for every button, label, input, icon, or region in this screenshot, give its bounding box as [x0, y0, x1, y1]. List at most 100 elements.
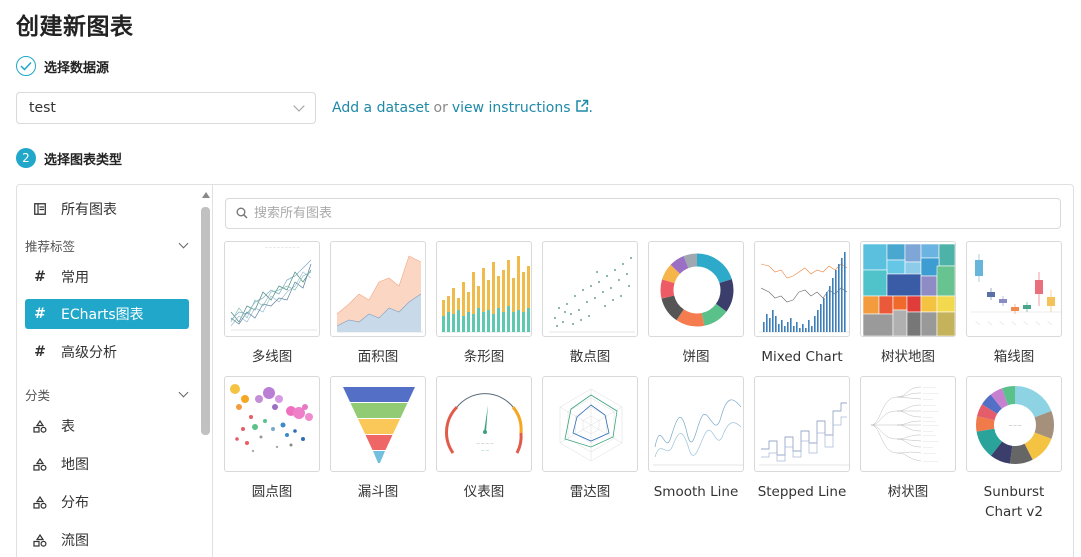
chart-card-gauge[interactable]: — — — — — — 仪表图: [436, 376, 532, 502]
hash-icon: #: [34, 306, 46, 322]
hash-icon: #: [34, 269, 46, 285]
sidebar-item-label: 表: [61, 419, 75, 435]
chart-card-radar[interactable]: 雷达图: [542, 376, 638, 502]
recommended-tags-section[interactable]: 推荐标签: [25, 236, 191, 255]
category-icon: [33, 533, 47, 547]
page-title: 创建新图表: [16, 14, 134, 40]
sidebar-item-table[interactable]: 表: [25, 411, 189, 441]
view-instructions-link[interactable]: view instructions: [452, 100, 571, 116]
svg-text:— — —: — — —: [1009, 423, 1022, 427]
scroll-up-arrow-icon[interactable]: [202, 192, 210, 198]
svg-text:—————: —————: [923, 404, 936, 407]
search-icon: [236, 204, 248, 223]
sidebar-item-flow[interactable]: 流图: [25, 525, 189, 555]
sidebar-item-advanced-analytics[interactable]: # 高级分析: [25, 337, 189, 367]
sidebar-item-label: 流图: [61, 533, 89, 549]
sidebar-item-distribution[interactable]: 分布: [25, 487, 189, 517]
svg-text:————: ————: [923, 398, 934, 401]
chart-card-pie[interactable]: 饼图: [648, 241, 744, 367]
chart-card-bubble[interactable]: 圆点图: [224, 376, 320, 502]
chart-card-bar[interactable]: 条形图: [436, 241, 532, 367]
sidebar-item-all-charts[interactable]: 所有图表: [25, 194, 189, 224]
chart-card-tree[interactable]: ————— —————— ———— ————— —————— ———— ————— ———…: [860, 376, 956, 502]
chart-card-label: 多线图: [251, 349, 293, 365]
category-icon: [33, 419, 47, 433]
chart-card-stepped-line[interactable]: Stepped Line: [754, 376, 850, 502]
chart-card-funnel[interactable]: 漏斗图: [330, 376, 426, 502]
list-icon: [33, 203, 47, 215]
chart-card-line[interactable]: — — — — — — — — — 多线图: [224, 241, 320, 367]
sidebar-item-common[interactable]: # 常用: [25, 262, 189, 292]
scatter-chart-thumbnail: [542, 241, 638, 337]
tree-chart-thumbnail: ————— —————— ———— ————— —————— ———— ————— ———…: [860, 376, 956, 472]
sidebar-item-label: ECharts图表: [61, 307, 144, 323]
add-dataset-link[interactable]: Add a dataset: [332, 100, 430, 116]
scroll-thumb[interactable]: [201, 207, 210, 435]
chart-card-label: 面积图: [357, 349, 399, 365]
svg-text:— — — —: — — — —: [476, 441, 494, 445]
funnel-chart-thumbnail: [330, 376, 426, 472]
check-icon: [16, 56, 36, 76]
or-text: or: [433, 100, 448, 116]
svg-text:————: ————: [923, 416, 934, 419]
chart-card-label: 漏斗图: [357, 484, 399, 500]
chevron-down-icon: [178, 238, 189, 249]
step-number: 2: [16, 148, 36, 168]
dataset-select-value: test: [29, 100, 56, 116]
chart-card-area[interactable]: 面积图: [330, 241, 426, 367]
chart-search[interactable]: [225, 198, 1061, 229]
dataset-select[interactable]: test: [16, 92, 316, 124]
mixed-chart-thumbnail: [754, 241, 850, 337]
step-label: 选择图表类型: [44, 152, 123, 168]
sidebar-item-label: 地图: [61, 457, 89, 473]
hash-icon: #: [34, 344, 46, 360]
svg-text:—————: —————: [923, 452, 936, 455]
sidebar-item-label: 分布: [61, 495, 89, 511]
radar-chart-thumbnail: [542, 376, 638, 472]
chevron-down-icon: [293, 100, 305, 112]
step-select-datasource: 选择数据源: [16, 56, 109, 76]
svg-text:——————: ——————: [923, 424, 939, 427]
svg-text:——: ——: [1022, 320, 1029, 327]
svg-text:— —: — —: [481, 448, 490, 452]
chart-card-label: 圆点图: [251, 484, 293, 500]
search-input[interactable]: [254, 206, 1034, 221]
chart-card-sunburst[interactable]: — — — Sunburst Chart v2: [966, 376, 1062, 522]
chart-card-boxplot[interactable]: —— —— —— —— —— —— —— 箱线图: [966, 241, 1062, 367]
external-link-icon[interactable]: [575, 99, 589, 117]
section-label: 分类: [25, 388, 51, 403]
svg-text:————: ————: [923, 430, 934, 433]
chart-card-label: Smooth Line: [653, 484, 739, 500]
chart-card-smooth-line[interactable]: Smooth Line: [648, 376, 744, 502]
boxplot-thumbnail: —— —— —— —— —— —— ——: [966, 241, 1062, 337]
svg-text:——: ——: [974, 320, 981, 327]
section-label: 推荐标签: [25, 239, 76, 254]
step-select-chart-type: 2 选择图表类型: [16, 148, 122, 168]
chart-card-label: 箱线图: [993, 349, 1035, 365]
chart-card-scatter[interactable]: 散点图: [542, 241, 638, 367]
period-text: .: [588, 100, 593, 116]
category-section[interactable]: 分类: [25, 385, 191, 404]
category-icon: [33, 457, 47, 471]
chart-card-label: 仪表图: [463, 484, 505, 500]
svg-text:————: ————: [923, 446, 934, 449]
sidebar-item-label: 高级分析: [61, 345, 117, 361]
gauge-chart-thumbnail: — — — — — —: [436, 376, 532, 472]
chart-card-mixed[interactable]: Mixed Chart: [754, 241, 850, 367]
sidebar-item-label: 所有图表: [61, 202, 117, 218]
sidebar-item-echarts[interactable]: # ECharts图表: [25, 299, 189, 329]
treemap-thumbnail: [860, 241, 956, 337]
chart-card-label: 散点图: [569, 349, 611, 365]
svg-text:— — — — — — — — —: — — — — — — — — —: [265, 245, 300, 249]
chart-card-label: 条形图: [463, 349, 505, 365]
chart-card-treemap[interactable]: 树状地图: [860, 241, 956, 367]
sidebar-item-map[interactable]: 地图: [25, 449, 189, 479]
chart-sidebar: 所有图表 推荐标签 # 常用 # ECharts图表 # 高级分析 分类 表 地…: [17, 185, 213, 557]
sidebar-scrollbar[interactable]: [199, 185, 213, 557]
line-chart-thumbnail: — — — — — — — — —: [224, 241, 320, 337]
svg-text:——: ——: [1010, 320, 1017, 327]
svg-text:——: ——: [998, 320, 1005, 327]
chart-card-label: 树状地图: [881, 349, 935, 365]
area-chart-thumbnail: [330, 241, 426, 337]
svg-text:——: ——: [986, 320, 993, 327]
